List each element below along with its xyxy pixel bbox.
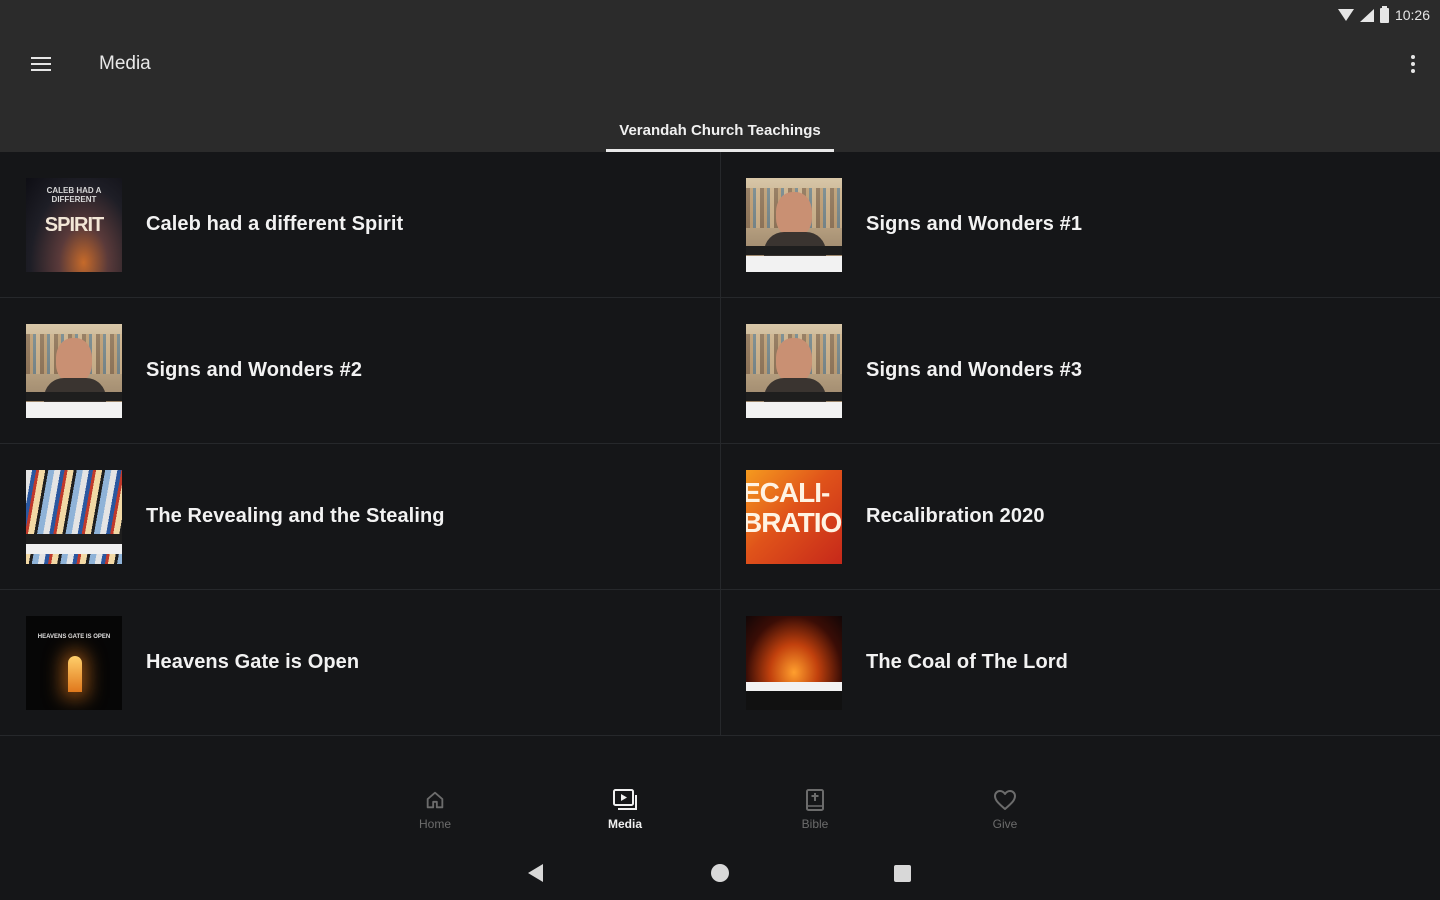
media-item[interactable]: The Revealing and the Stealing xyxy=(0,444,721,590)
app-bar: Media Verandah Church Teachings xyxy=(0,30,1440,152)
back-icon[interactable] xyxy=(528,864,543,882)
more-options-icon[interactable] xyxy=(1406,50,1420,78)
wifi-icon xyxy=(1337,9,1354,21)
media-thumbnail: ECALI-BRATIO xyxy=(746,469,842,564)
thumbnail-text: ECALI-BRATIO xyxy=(746,476,842,538)
nav-label: Media xyxy=(607,817,642,831)
media-item-title: Signs and Wonders #2 xyxy=(146,359,363,381)
media-grid: CALEB HAD A DIFFERENT SPIRIT Caleb had a… xyxy=(0,152,1440,737)
home-button-icon[interactable] xyxy=(711,864,729,882)
battery-icon xyxy=(1379,5,1389,23)
media-thumbnail xyxy=(746,323,842,418)
home-icon xyxy=(422,787,448,813)
media-thumbnail: CALEB HAD A DIFFERENT SPIRIT xyxy=(26,177,122,272)
nav-label: Home xyxy=(418,817,451,831)
media-thumbnail xyxy=(746,615,842,710)
heart-icon xyxy=(992,787,1018,813)
nav-item-bible[interactable]: Bible xyxy=(770,787,860,847)
tab-label: Verandah Church Teachings xyxy=(619,121,821,139)
media-item-title: The Coal of The Lord xyxy=(866,651,1068,673)
media-item[interactable]: Signs and Wonders #3 xyxy=(721,298,1440,444)
thumbnail-text: SPIRIT xyxy=(44,213,104,236)
media-icon xyxy=(612,787,638,813)
media-thumbnail xyxy=(746,177,842,272)
media-item[interactable]: The Coal of The Lord xyxy=(721,590,1440,736)
media-item-title: Signs and Wonders #3 xyxy=(866,359,1083,381)
status-bar: 10:26 xyxy=(0,0,1440,30)
media-item[interactable]: HEAVENS GATE IS OPEN Heavens Gate is Ope… xyxy=(0,590,721,736)
recent-apps-icon[interactable] xyxy=(894,865,911,882)
media-item[interactable]: CALEB HAD A DIFFERENT SPIRIT Caleb had a… xyxy=(0,152,721,298)
media-item-title: Signs and Wonders #1 xyxy=(866,213,1083,235)
nav-label: Give xyxy=(992,817,1018,831)
page-title: Media xyxy=(99,53,151,74)
media-item[interactable]: Signs and Wonders #2 xyxy=(0,298,721,444)
nav-item-home[interactable]: Home xyxy=(390,787,480,847)
media-item-title: The Revealing and the Stealing xyxy=(146,505,445,527)
signal-icon xyxy=(1359,8,1374,22)
media-item[interactable]: Signs and Wonders #1 xyxy=(721,152,1440,298)
media-item-title: Recalibration 2020 xyxy=(866,505,1045,527)
media-item-title: Caleb had a different Spirit xyxy=(146,213,404,235)
nav-item-give[interactable]: Give xyxy=(960,787,1050,847)
bible-icon xyxy=(802,787,828,813)
nav-item-media[interactable]: Media xyxy=(580,787,670,847)
bottom-navigation: Home Media Bible Give xyxy=(0,737,1440,850)
media-item[interactable]: ECALI-BRATIO Recalibration 2020 xyxy=(721,444,1440,590)
media-thumbnail xyxy=(26,469,122,564)
thumbnail-text: CALEB HAD A DIFFERENT xyxy=(46,185,102,204)
nav-label: Bible xyxy=(801,817,829,831)
system-navigation-bar xyxy=(0,850,1440,900)
hamburger-menu-icon[interactable] xyxy=(26,50,56,78)
tab-verandah-church-teachings[interactable]: Verandah Church Teachings xyxy=(606,108,834,152)
status-indicators: 10:26 xyxy=(1337,5,1430,25)
status-time: 10:26 xyxy=(1394,7,1430,23)
thumbnail-text: HEAVENS GATE IS OPEN xyxy=(37,633,111,640)
media-thumbnail xyxy=(26,323,122,418)
media-thumbnail: HEAVENS GATE IS OPEN xyxy=(26,615,122,710)
media-item-title: Heavens Gate is Open xyxy=(146,651,360,673)
